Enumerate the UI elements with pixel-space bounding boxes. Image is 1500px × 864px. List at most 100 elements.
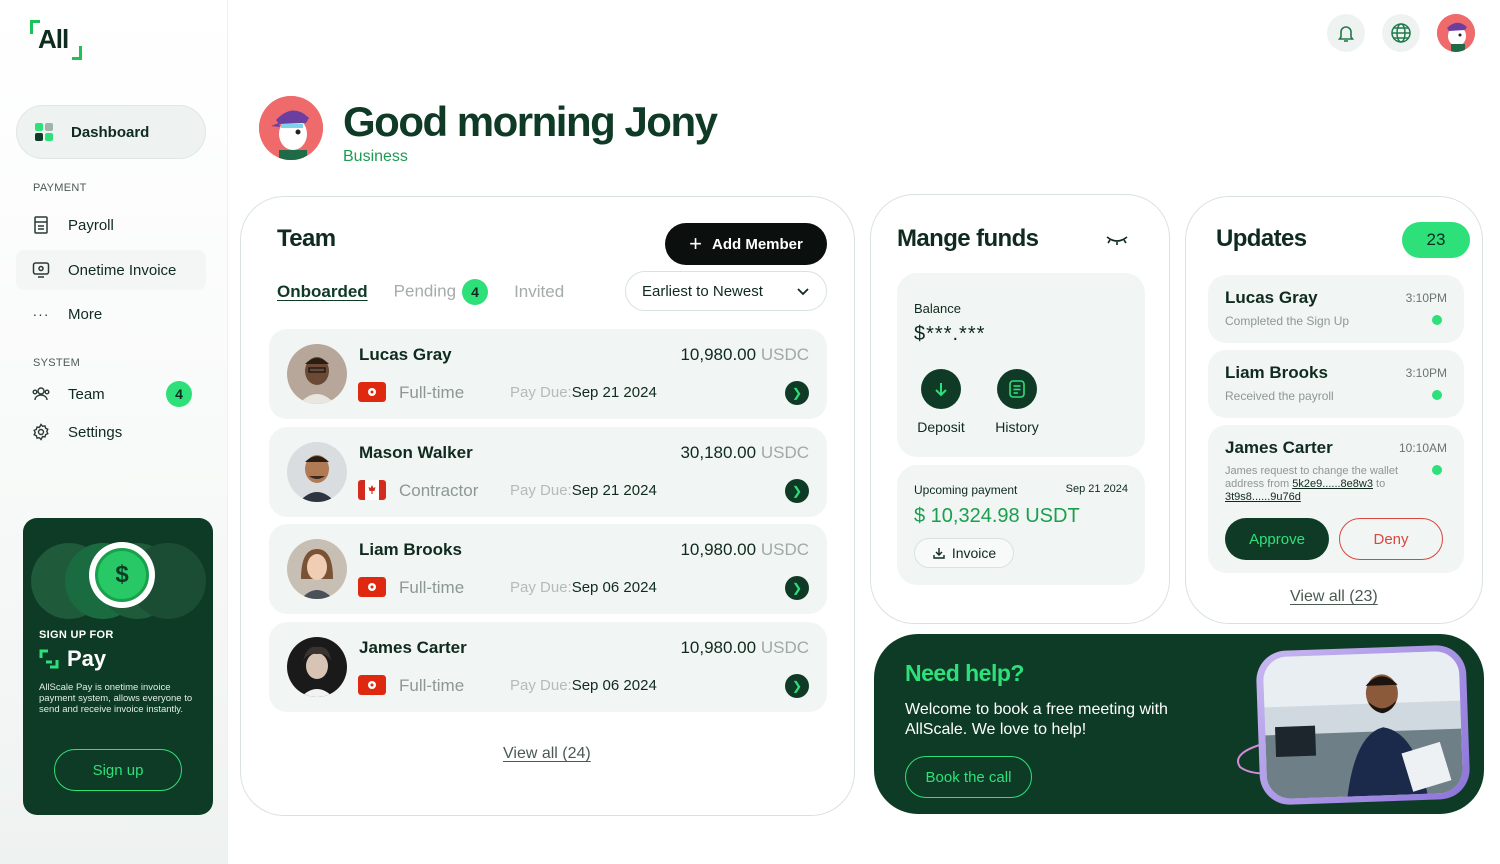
member-amount: 10,980.00 USDC xyxy=(680,540,809,560)
allscale-logo[interactable]: All xyxy=(30,20,84,60)
sidebar-item-payroll[interactable]: Payroll xyxy=(16,205,206,245)
team-member-row[interactable]: Lucas Gray 10,980.00 USDC Full-time Pay … xyxy=(269,329,827,419)
add-member-label: Add Member xyxy=(712,235,803,253)
user-avatar xyxy=(259,96,323,160)
team-card: Team + Add Member Onboarded Pending 4 Inv… xyxy=(240,196,855,816)
amount-value: 10,980.00 xyxy=(680,540,757,559)
to-address-link[interactable]: 3t9s8......9u76d xyxy=(1225,491,1301,503)
member-amount: 30,180.00 USDC xyxy=(680,443,809,463)
tab-pending[interactable]: Pending 4 xyxy=(394,279,489,305)
gear-icon xyxy=(32,423,50,441)
history-label: History xyxy=(995,419,1039,435)
team-member-row[interactable]: James Carter 10,980.00 USDC Full-time Pa… xyxy=(269,622,827,712)
chevron-right-icon[interactable]: ❯ xyxy=(785,576,809,600)
deny-button[interactable]: Deny xyxy=(1339,518,1443,560)
book-call-button[interactable]: Book the call xyxy=(905,756,1032,798)
invoice-icon xyxy=(32,261,50,279)
approve-button[interactable]: Approve xyxy=(1225,518,1329,560)
team-view-all-link[interactable]: View all (24) xyxy=(503,745,591,763)
promo-product-name: Pay xyxy=(67,646,107,671)
page-title: Good morning Jony xyxy=(343,98,718,145)
promo-product: Pay xyxy=(39,646,106,672)
team-member-row[interactable]: Liam Brooks 10,980.00 USDC Full-time Pay… xyxy=(269,524,827,614)
help-banner: Need help? Welcome to book a free meetin… xyxy=(874,634,1484,814)
sidebar-item-more[interactable]: ··· More xyxy=(16,294,206,334)
sidebar-item-settings[interactable]: Settings xyxy=(16,412,206,452)
updates-view-all-link[interactable]: View all (23) xyxy=(1290,588,1378,606)
pay-due-label: Pay Due: xyxy=(510,677,572,694)
sidebar-item-dashboard[interactable]: Dashboard xyxy=(16,105,206,159)
team-count-badge: 4 xyxy=(166,381,192,407)
add-member-button[interactable]: + Add Member xyxy=(665,223,827,265)
more-icon: ··· xyxy=(32,306,50,322)
currency: USDC xyxy=(760,638,809,657)
amount-value: 10,980.00 xyxy=(680,345,757,364)
unread-dot xyxy=(1432,465,1442,475)
notification-bell-button[interactable] xyxy=(1327,14,1365,52)
unread-dot xyxy=(1432,390,1442,400)
amount-value: 30,180.00 xyxy=(680,443,757,462)
upcoming-date: Sep 21 2024 xyxy=(1065,483,1128,495)
upcoming-amount: $ 10,324.98 USDT xyxy=(914,505,1080,527)
sidebar-item-label: Payroll xyxy=(68,216,114,234)
history-icon xyxy=(997,369,1037,409)
member-amount: 10,980.00 USDC xyxy=(680,638,809,658)
sign-up-button[interactable]: Sign up xyxy=(54,749,182,791)
upcoming-payment-panel: Upcoming payment Sep 21 2024 $ 10,324.98… xyxy=(897,465,1145,585)
chevron-right-icon[interactable]: ❯ xyxy=(785,479,809,503)
sort-value: Earliest to Newest xyxy=(642,282,763,300)
profile-avatar[interactable] xyxy=(1437,14,1475,52)
from-address-link[interactable]: 5k2e9......8e8w3 xyxy=(1292,478,1373,490)
eye-closed-icon[interactable] xyxy=(1105,231,1129,247)
currency: USDC xyxy=(760,540,809,559)
member-type: Full-time xyxy=(399,383,465,402)
sidebar-item-onetime-invoice[interactable]: Onetime Invoice xyxy=(16,250,206,290)
member-pay-due: Pay Due:Sep 21 2024 xyxy=(510,482,657,499)
deposit-action[interactable]: Deposit xyxy=(906,369,976,435)
team-card-title: Team xyxy=(277,225,336,252)
updates-card: Updates 23 Lucas Gray 3:10PM Completed t… xyxy=(1185,196,1483,624)
payment-section-label: PAYMENT xyxy=(33,182,87,194)
currency: USDC xyxy=(760,443,809,462)
update-item[interactable]: Liam Brooks 3:10PM Received the payroll xyxy=(1208,350,1464,418)
invoice-button[interactable]: Invoice xyxy=(914,538,1014,568)
update-status: Completed the Sign Up xyxy=(1225,314,1350,328)
receipt-icon xyxy=(32,216,50,234)
team-tabs: Onboarded Pending 4 Invited xyxy=(277,279,590,305)
sidebar-item-team[interactable]: Team 4 xyxy=(16,374,206,414)
language-button[interactable] xyxy=(1382,14,1420,52)
update-time: 3:10PM xyxy=(1405,366,1447,380)
sidebar-item-label: Settings xyxy=(68,423,123,441)
tab-onboarded[interactable]: Onboarded xyxy=(277,282,368,302)
hong-kong-flag-icon xyxy=(358,577,386,597)
deposit-label: Deposit xyxy=(917,419,965,435)
sidebar-item-label: Team xyxy=(68,385,105,403)
balance-value: $***.*** xyxy=(914,323,986,345)
help-description: Welcome to book a free meeting with AllS… xyxy=(905,701,1168,738)
chevron-right-icon[interactable]: ❯ xyxy=(785,381,809,405)
update-status: Received the payroll xyxy=(1225,389,1334,403)
update-item[interactable]: James Carter 10:10AM James request to ch… xyxy=(1208,425,1464,573)
update-item[interactable]: Lucas Gray 3:10PM Completed the Sign Up xyxy=(1208,275,1464,343)
pay-logo-icon xyxy=(39,649,59,669)
update-time: 3:10PM xyxy=(1405,291,1447,305)
update-time: 10:10AM xyxy=(1398,441,1447,455)
updates-card-title: Updates xyxy=(1216,225,1307,252)
member-name: Mason Walker xyxy=(359,443,473,462)
update-status: James request to change the wallet addre… xyxy=(1225,465,1425,504)
tab-invited[interactable]: Invited xyxy=(514,282,564,302)
arrow-down-icon xyxy=(921,369,961,409)
balance-panel: Balance $***.*** Deposit History xyxy=(897,273,1145,457)
pay-due-date: Sep 06 2024 xyxy=(571,579,657,596)
update-name: James Carter xyxy=(1225,438,1333,457)
update-name: Lucas Gray xyxy=(1225,288,1318,307)
help-title: Need help? xyxy=(905,660,1024,686)
team-icon xyxy=(32,385,50,403)
promo-description: AllScale Pay is onetime invoice payment … xyxy=(39,682,193,715)
dashboard-icon xyxy=(35,123,53,141)
sort-select[interactable]: Earliest to Newest xyxy=(625,271,827,311)
history-action[interactable]: History xyxy=(982,369,1052,435)
system-section-label: SYSTEM xyxy=(33,357,81,369)
team-member-row[interactable]: Mason Walker 30,180.00 USDC Contractor P… xyxy=(269,427,827,517)
chevron-right-icon[interactable]: ❯ xyxy=(785,674,809,698)
